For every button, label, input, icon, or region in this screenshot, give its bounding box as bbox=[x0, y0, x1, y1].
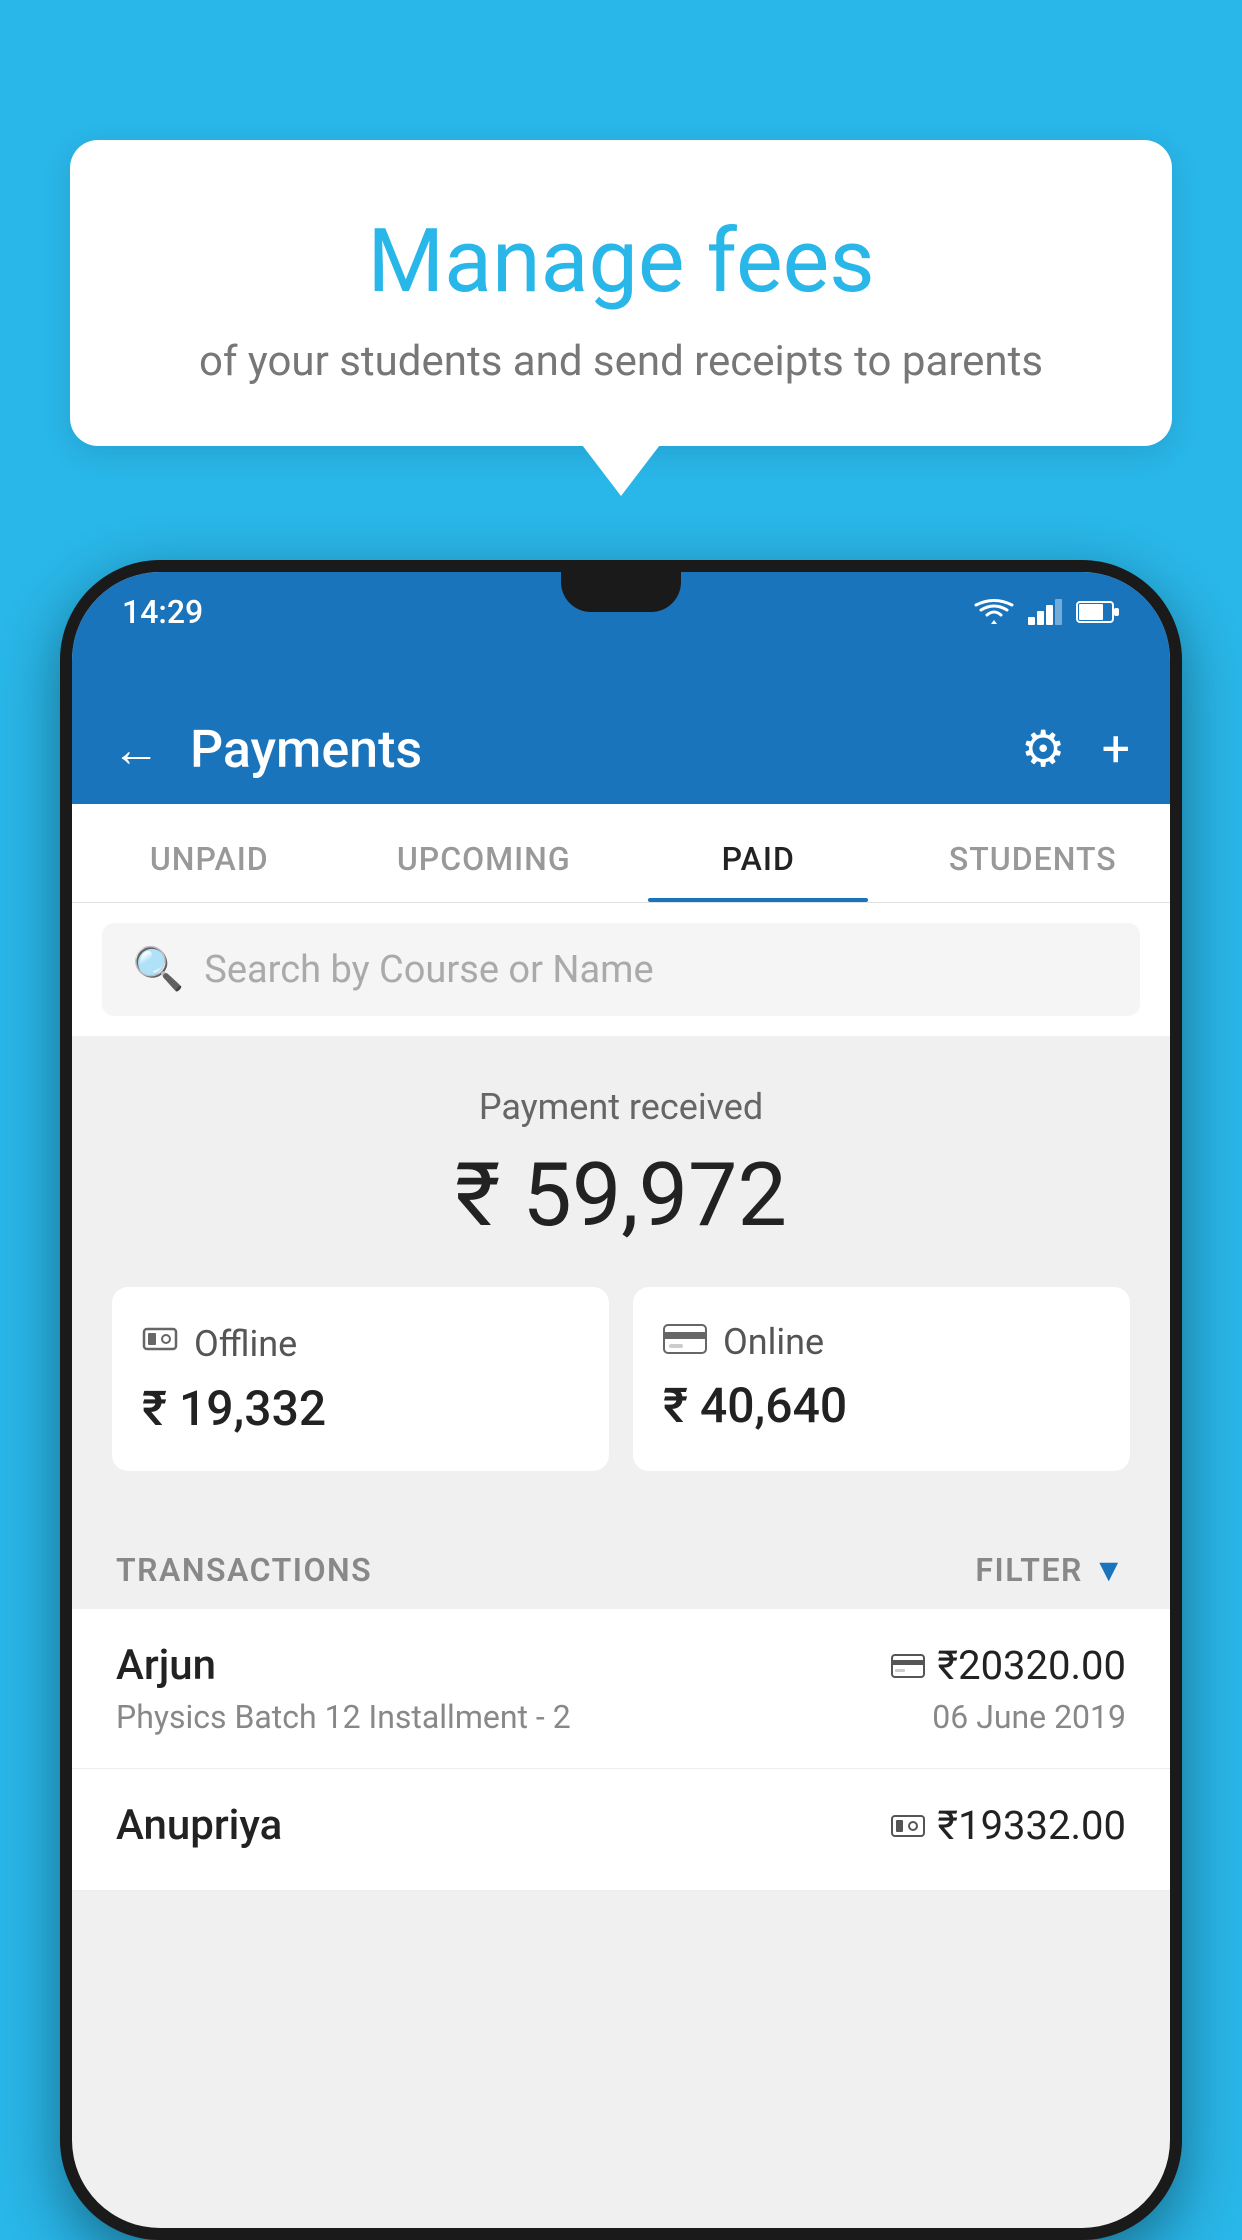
student-name: Anupriya bbox=[116, 1801, 282, 1850]
student-name: Arjun bbox=[116, 1641, 216, 1690]
table-row[interactable]: Arjun ₹20320.00 Physics Batch 12 Install… bbox=[72, 1609, 1170, 1769]
offline-payment-card: Offline ₹ 19,332 bbox=[112, 1287, 609, 1471]
transactions-header: TRANSACTIONS FILTER ▼ bbox=[72, 1521, 1170, 1609]
transaction-date: 06 June 2019 bbox=[932, 1698, 1126, 1736]
payment-received-label: Payment received bbox=[72, 1086, 1170, 1128]
phone-notch bbox=[561, 572, 681, 612]
search-placeholder: Search by Course or Name bbox=[204, 948, 653, 992]
tab-upcoming[interactable]: UPCOMING bbox=[347, 804, 622, 902]
transaction-list: Arjun ₹20320.00 Physics Batch 12 Install… bbox=[72, 1609, 1170, 1891]
payment-cards: Offline ₹ 19,332 bbox=[72, 1287, 1170, 1471]
search-container: 🔍 Search by Course or Name bbox=[72, 903, 1170, 1036]
online-icon bbox=[663, 1321, 707, 1363]
battery-icon bbox=[1076, 601, 1120, 623]
offline-amount: ₹ 19,332 bbox=[142, 1380, 579, 1437]
tab-bar: UNPAID UPCOMING PAID STUDENTS bbox=[72, 804, 1170, 903]
transaction-amount: ₹19332.00 bbox=[891, 1802, 1126, 1849]
filter-label: FILTER bbox=[975, 1551, 1082, 1589]
status-icons bbox=[974, 598, 1120, 626]
online-payment-card: Online ₹ 40,640 bbox=[633, 1287, 1130, 1471]
online-amount: ₹ 40,640 bbox=[663, 1377, 1100, 1434]
payment-type-icon bbox=[891, 1654, 925, 1678]
payment-type-icon bbox=[891, 1813, 925, 1839]
payment-summary: Payment received ₹ 59,972 bbox=[72, 1036, 1170, 1521]
tab-unpaid[interactable]: UNPAID bbox=[72, 804, 347, 902]
filter-button[interactable]: FILTER ▼ bbox=[975, 1551, 1126, 1589]
search-box[interactable]: 🔍 Search by Course or Name bbox=[102, 923, 1140, 1016]
search-icon: 🔍 bbox=[132, 945, 184, 994]
bubble-title: Manage fees bbox=[130, 210, 1112, 313]
tab-students[interactable]: STUDENTS bbox=[896, 804, 1171, 902]
signal-icon bbox=[1028, 599, 1062, 625]
phone-frame: 14:29 bbox=[60, 560, 1182, 2240]
transaction-amount: ₹20320.00 bbox=[891, 1642, 1126, 1689]
settings-button[interactable]: ⚙ bbox=[1021, 720, 1066, 779]
bubble-subtitle: of your students and send receipts to pa… bbox=[130, 337, 1112, 386]
online-type-label: Online bbox=[723, 1321, 824, 1363]
offline-type-label: Offline bbox=[194, 1323, 297, 1365]
speech-bubble: Manage fees of your students and send re… bbox=[70, 140, 1172, 446]
offline-icon bbox=[142, 1321, 178, 1366]
transactions-label: TRANSACTIONS bbox=[116, 1551, 372, 1589]
payment-total-amount: ₹ 59,972 bbox=[72, 1144, 1170, 1247]
app-header: ← Payments ⚙ + bbox=[72, 652, 1170, 804]
wifi-icon bbox=[974, 598, 1014, 626]
header-actions: ⚙ + bbox=[1021, 720, 1130, 779]
filter-icon: ▼ bbox=[1093, 1551, 1126, 1589]
amount-value: ₹19332.00 bbox=[937, 1802, 1126, 1849]
status-time: 14:29 bbox=[122, 593, 203, 631]
add-button[interactable]: + bbox=[1102, 721, 1130, 779]
phone-screen: 14:29 bbox=[72, 572, 1170, 2228]
amount-value: ₹20320.00 bbox=[937, 1642, 1126, 1689]
page-title: Payments bbox=[190, 719, 1021, 780]
course-info: Physics Batch 12 Installment - 2 bbox=[116, 1698, 571, 1736]
back-button[interactable]: ← bbox=[112, 721, 160, 778]
tab-paid[interactable]: PAID bbox=[621, 804, 896, 902]
table-row[interactable]: Anupriya ₹19332.00 bbox=[72, 1769, 1170, 1891]
